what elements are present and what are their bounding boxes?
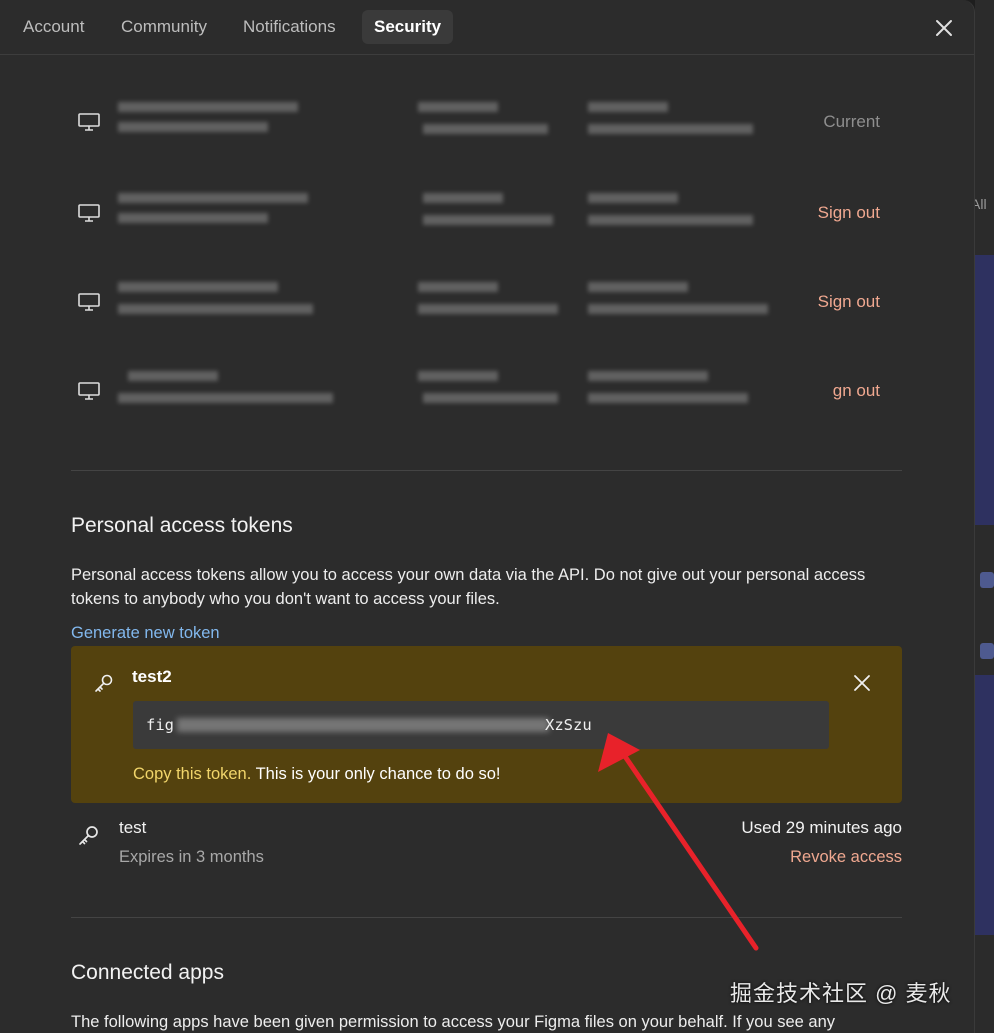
token-value-field[interactable]: fig XzSzu — [133, 701, 829, 749]
background-badge-icon — [980, 643, 994, 659]
redacted-location — [423, 124, 548, 134]
copy-token-warning: This is your only chance to do so! — [251, 765, 501, 783]
redacted-time — [588, 304, 768, 314]
monitor-icon — [78, 293, 100, 311]
revoke-access-link[interactable]: Revoke access — [790, 848, 902, 867]
monitor-icon — [78, 113, 100, 131]
redacted-time — [588, 282, 688, 292]
pat-description: Personal access tokens allow you to acce… — [71, 566, 866, 608]
redacted-device — [118, 122, 268, 132]
redacted-time — [588, 102, 668, 112]
connected-apps-title: Connected apps — [71, 961, 224, 984]
background-panel — [975, 255, 994, 525]
token-value-suffix: XzSzu — [545, 716, 592, 734]
background-panel — [975, 675, 994, 935]
redacted-time — [588, 393, 748, 403]
divider — [71, 917, 902, 918]
redacted-device — [128, 371, 218, 381]
session-row: Sign out — [78, 282, 898, 352]
session-row: gn out — [78, 371, 898, 441]
tab-community[interactable]: Community — [109, 10, 219, 44]
monitor-icon — [78, 382, 100, 400]
watermark: 掘金技术社区 @ 麦秋 — [730, 981, 952, 1006]
redacted-location — [418, 304, 558, 314]
token-value-redacted — [177, 718, 549, 732]
new-token-name: test2 — [132, 667, 172, 686]
session-row: Sign out — [78, 193, 898, 263]
divider — [71, 470, 902, 471]
redacted-device — [118, 102, 298, 112]
redacted-location — [418, 102, 498, 112]
redacted-time — [588, 124, 753, 134]
monitor-icon — [78, 204, 100, 222]
sign-out-link[interactable]: Sign out — [818, 203, 880, 223]
session-current-label: Current — [823, 112, 880, 131]
redacted-location — [418, 371, 498, 381]
existing-token-name: test — [119, 818, 147, 837]
redacted-location — [423, 215, 553, 225]
copy-token-highlight: Copy this token. — [133, 765, 252, 783]
redacted-device — [118, 282, 278, 292]
token-copy-notice: Copy this token. This is your only chanc… — [133, 765, 500, 784]
sign-out-link[interactable]: gn out — [833, 381, 880, 401]
key-icon — [95, 674, 113, 692]
new-token-panel: test2 fig XzSzu Copy this token. This is… — [71, 646, 902, 803]
redacted-time — [588, 215, 753, 225]
tab-security[interactable]: Security — [362, 10, 454, 44]
tab-bar: Account Community Notifications Security — [0, 0, 974, 55]
token-value-prefix: fig — [146, 716, 174, 734]
redacted-location — [418, 282, 498, 292]
existing-token-last-used: Used 29 minutes ago — [741, 818, 902, 837]
connected-apps-description: The following apps have been given permi… — [71, 1013, 836, 1031]
close-icon[interactable] — [930, 14, 958, 42]
redacted-location — [423, 193, 503, 203]
background-badge-icon — [980, 572, 994, 588]
session-row: Current — [78, 102, 898, 172]
sign-out-link[interactable]: Sign out — [818, 292, 880, 312]
redacted-device — [118, 304, 313, 314]
generate-token-link[interactable]: Generate new token — [71, 624, 220, 643]
tab-account[interactable]: Account — [11, 10, 96, 44]
redacted-device — [118, 213, 268, 223]
redacted-device — [118, 193, 308, 203]
redacted-location — [423, 393, 558, 403]
existing-token-expiry: Expires in 3 months — [119, 848, 264, 866]
redacted-device — [118, 393, 333, 403]
redacted-time — [588, 193, 678, 203]
close-icon[interactable] — [851, 672, 873, 694]
tab-notifications[interactable]: Notifications — [231, 10, 348, 44]
key-icon — [79, 826, 98, 845]
redacted-time — [588, 371, 708, 381]
background-app-strip — [975, 0, 994, 1033]
settings-modal: Account Community Notifications Security… — [0, 0, 975, 1033]
pat-section-title: Personal access tokens — [71, 514, 293, 537]
